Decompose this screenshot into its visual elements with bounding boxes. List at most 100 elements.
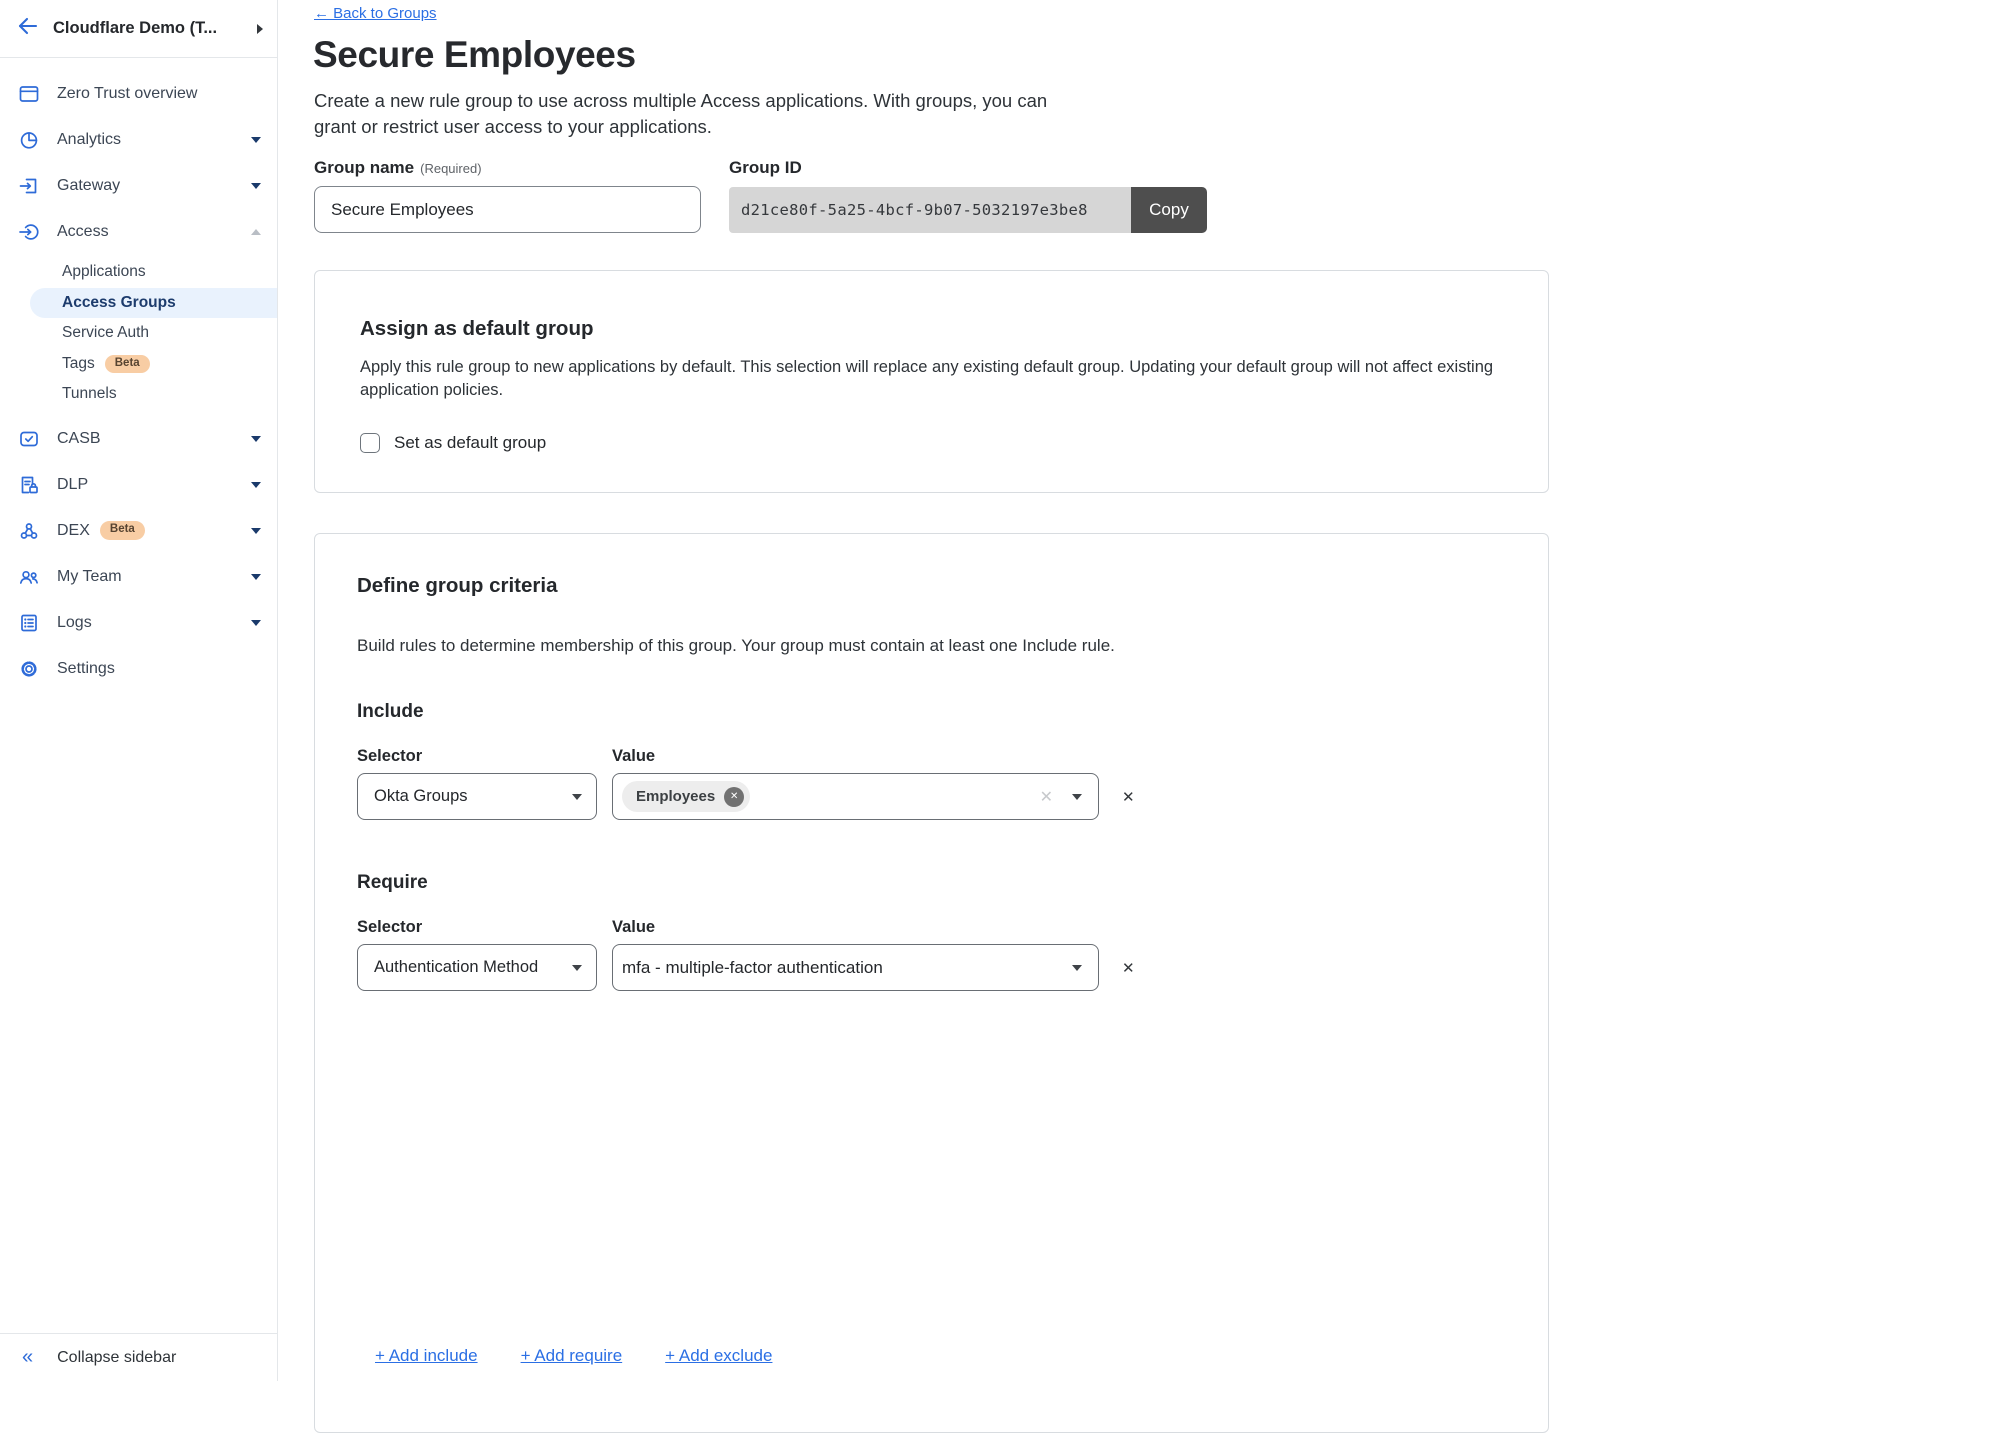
set-default-label: Set as default group (394, 433, 546, 453)
sidebar: Cloudflare Demo (T... Zero Trust overvie… (0, 0, 278, 1381)
include-heading: Include (357, 701, 1506, 723)
sidebar-item-service-auth[interactable]: Service Auth (0, 318, 277, 349)
sidebar-item-access[interactable]: Access (0, 209, 277, 255)
sidebar-item-label: Logs (57, 614, 92, 632)
remove-require-rule-button[interactable]: ✕ (1122, 959, 1135, 977)
sidebar-item-logs[interactable]: Logs (0, 600, 277, 646)
gateway-icon (17, 174, 42, 198)
set-default-checkbox[interactable] (360, 433, 380, 453)
sidebar-item-label: Access (57, 223, 109, 241)
group-id-label: Group ID (729, 158, 802, 178)
sidebar-item-tags[interactable]: Tags Beta (0, 349, 277, 380)
value-chip: Employees ✕ (622, 781, 750, 812)
collapse-icon: « (22, 1346, 33, 1369)
collapse-sidebar-button[interactable]: « Collapse sidebar (0, 1333, 277, 1381)
sidebar-nav: Zero Trust overview Analytics Gateway (0, 58, 277, 692)
chevron-down-icon (251, 183, 261, 189)
page-title: Secure Employees (313, 34, 636, 76)
include-selector-label: Selector (357, 747, 612, 766)
chip-label: Employees (636, 788, 715, 805)
clear-values-button[interactable]: ✕ (1040, 787, 1053, 807)
sidebar-item-settings[interactable]: Settings (0, 646, 277, 692)
gear-icon (17, 657, 42, 681)
beta-badge: Beta (100, 521, 145, 540)
criteria-card-body: Build rules to determine membership of t… (357, 634, 1457, 657)
remove-include-rule-button[interactable]: ✕ (1122, 788, 1135, 806)
require-rule-row: Authentication Method mfa - multiple-fac… (357, 944, 1506, 991)
require-value-text: mfa - multiple-factor authentication (622, 958, 1053, 978)
main-content: ← Back to Groups Secure Employees Create… (279, 0, 1999, 1381)
sidebar-item-casb[interactable]: CASB (0, 416, 277, 462)
sidebar-item-zero-trust-overview[interactable]: Zero Trust overview (0, 71, 277, 117)
include-selector-dropdown[interactable]: Okta Groups (357, 773, 597, 820)
sidebar-item-label: Applications (62, 263, 146, 281)
sidebar-item-dlp[interactable]: DLP (0, 462, 277, 508)
chevron-down-icon (251, 620, 261, 626)
chevron-down-icon (572, 794, 582, 800)
require-heading: Require (357, 872, 1506, 894)
require-selector-value: Authentication Method (374, 958, 572, 977)
sidebar-item-label: Tags (62, 355, 95, 373)
back-to-groups-link[interactable]: ← Back to Groups (314, 5, 437, 22)
default-group-card: Assign as default group Apply this rule … (314, 270, 1549, 493)
group-name-label: Group name(Required) (314, 158, 482, 178)
sidebar-item-label: Zero Trust overview (57, 85, 197, 103)
access-submenu: Applications Access Groups Service Auth … (0, 255, 277, 416)
document-lock-icon (17, 473, 42, 497)
sidebar-item-analytics[interactable]: Analytics (0, 117, 277, 163)
sidebar-item-label: CASB (57, 430, 101, 448)
casb-icon (17, 427, 42, 451)
chevron-down-icon (1072, 794, 1082, 800)
chip-remove-button[interactable]: ✕ (724, 787, 744, 807)
network-cluster-icon (17, 519, 42, 543)
sidebar-item-my-team[interactable]: My Team (0, 554, 277, 600)
chevron-right-icon (257, 24, 263, 34)
criteria-card-title: Define group criteria (357, 574, 1506, 598)
sidebar-item-label: Gateway (57, 177, 120, 195)
sidebar-item-label: Access Groups (62, 294, 176, 312)
chevron-down-icon (251, 436, 261, 442)
chevron-down-icon (251, 528, 261, 534)
sidebar-item-label: DLP (57, 476, 88, 494)
collapse-label: Collapse sidebar (57, 1349, 176, 1367)
default-card-body: Apply this rule group to new application… (360, 356, 1508, 402)
sidebar-item-label: Analytics (57, 131, 121, 149)
include-selector-value: Okta Groups (374, 787, 572, 806)
chevron-up-icon (251, 229, 261, 235)
copy-button[interactable]: Copy (1131, 187, 1207, 233)
pie-chart-icon (17, 128, 42, 152)
sidebar-item-access-groups[interactable]: Access Groups (30, 288, 277, 319)
window-icon (17, 82, 42, 106)
require-value-dropdown[interactable]: mfa - multiple-factor authentication (612, 944, 1099, 991)
sidebar-item-dex[interactable]: DEX Beta (0, 508, 277, 554)
add-include-link[interactable]: + Add include (375, 1346, 478, 1366)
sidebar-item-label: Tunnels (62, 385, 117, 403)
sidebar-item-applications[interactable]: Applications (0, 257, 277, 288)
add-exclude-link[interactable]: + Add exclude (665, 1346, 772, 1366)
include-value-label: Value (612, 747, 655, 766)
sidebar-item-label: My Team (57, 568, 122, 586)
chevron-down-icon (572, 965, 582, 971)
require-value-label: Value (612, 918, 655, 937)
group-id-value: d21ce80f-5a25-4bcf-9b07-5032197e3be8 (729, 187, 1131, 233)
people-icon (17, 565, 42, 589)
back-arrow-icon[interactable] (16, 14, 40, 43)
require-selector-dropdown[interactable]: Authentication Method (357, 944, 597, 991)
include-value-multiselect[interactable]: Employees ✕ ✕ (612, 773, 1099, 820)
group-name-input[interactable] (314, 186, 701, 233)
access-icon (17, 220, 42, 244)
chevron-down-icon (251, 137, 261, 143)
add-require-link[interactable]: + Add require (521, 1346, 623, 1366)
sidebar-item-gateway[interactable]: Gateway (0, 163, 277, 209)
chevron-down-icon (251, 482, 261, 488)
account-switcher[interactable]: Cloudflare Demo (T... (0, 0, 277, 58)
sidebar-item-label: DEX (57, 522, 90, 540)
chevron-down-icon (251, 574, 261, 580)
default-card-title: Assign as default group (360, 317, 1503, 341)
list-icon (17, 611, 42, 635)
chevron-down-icon (1072, 965, 1082, 971)
sidebar-item-label: Service Auth (62, 324, 149, 342)
sidebar-item-tunnels[interactable]: Tunnels (0, 379, 277, 410)
include-rule-row: Okta Groups Employees ✕ ✕ ✕ (357, 773, 1506, 820)
require-selector-label: Selector (357, 918, 612, 937)
